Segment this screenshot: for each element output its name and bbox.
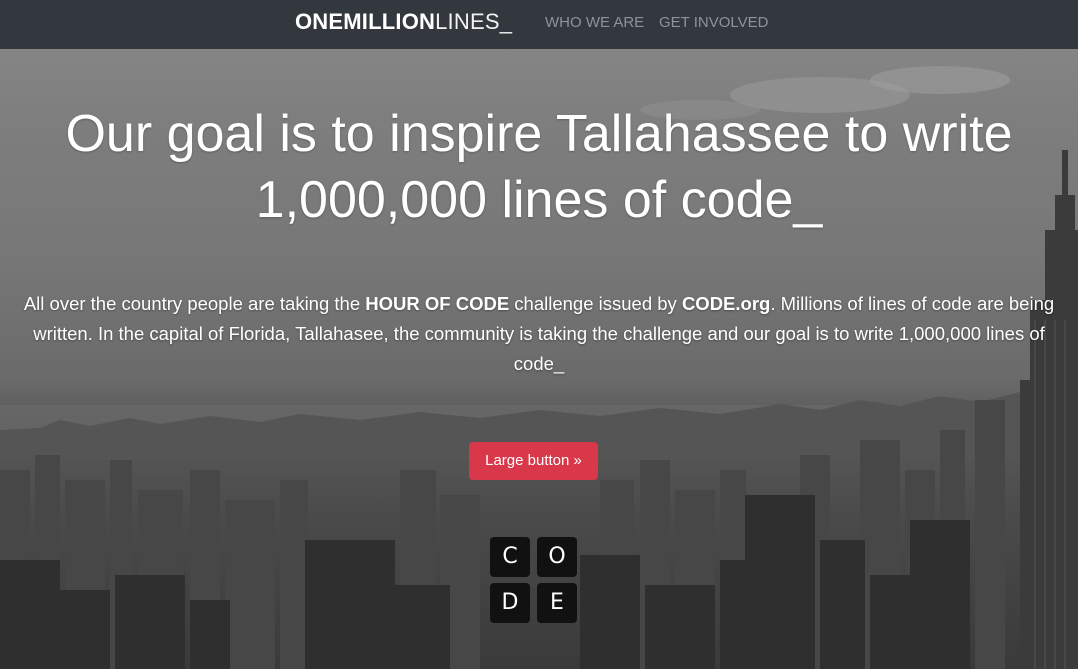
large-button[interactable]: Large button » xyxy=(469,442,598,480)
lead-text-1: All over the country people are taking t… xyxy=(23,293,366,314)
code-logo-tile-c: C xyxy=(490,537,530,577)
nav-link-who-we-are[interactable]: WHO WE ARE xyxy=(545,14,644,31)
brand-bold-text: ONEMILLION xyxy=(295,9,436,34)
headline-line-1: Our goal is to inspire Tallahassee to wr… xyxy=(65,105,1013,163)
lead-bold-code-org: CODE.org xyxy=(681,293,771,314)
code-org-logo-icon[interactable]: C O D E xyxy=(490,537,578,623)
code-logo-tile-o: O xyxy=(537,537,577,577)
brand-light-text: LINES_ xyxy=(435,9,513,34)
nav-link-get-involved[interactable]: GET INVOLVED xyxy=(659,14,768,31)
lead-text-2: challenge issued by xyxy=(509,293,682,314)
code-logo-tile-d: D xyxy=(490,583,530,623)
brand-logo[interactable]: ONEMILLIONLINES_ xyxy=(295,9,512,35)
lead-bold-hour-of-code: HOUR OF CODE xyxy=(365,293,510,314)
page: ONEMILLIONLINES_ WHO WE ARE GET INVOLVED… xyxy=(0,0,1078,669)
top-navbar: ONEMILLIONLINES_ WHO WE ARE GET INVOLVED xyxy=(0,0,1078,49)
code-logo-tile-e: E xyxy=(537,583,577,623)
hero-lead-paragraph: All over the country people are taking t… xyxy=(20,289,1058,379)
headline-line-2: 1,000,000 lines of code_ xyxy=(255,171,823,229)
hero-headline: Our goal is to inspire Tallahassee to wr… xyxy=(20,101,1058,233)
hero-section: Our goal is to inspire Tallahassee to wr… xyxy=(0,49,1078,669)
